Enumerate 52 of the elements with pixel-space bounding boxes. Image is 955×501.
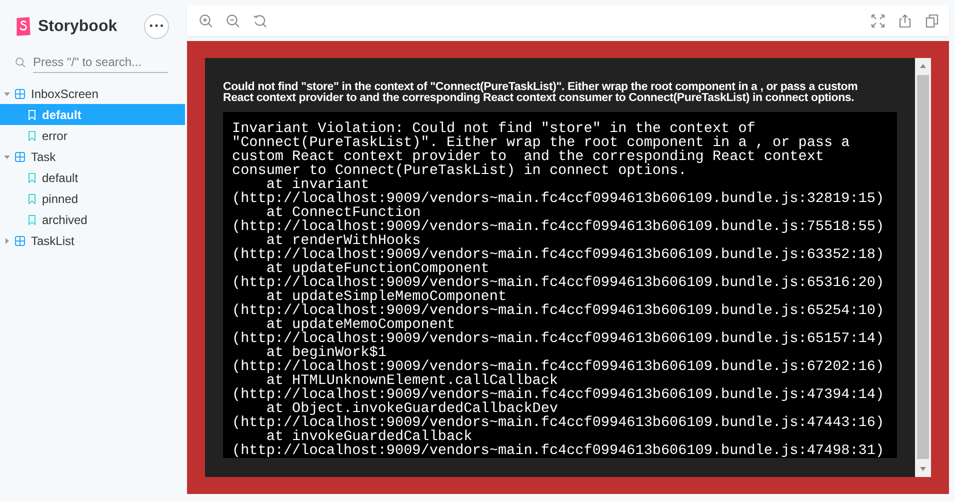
stack-frame-call: at invokeGuardedCallback — [266, 430, 472, 444]
bookmark-icon — [28, 214, 36, 224]
tree-item[interactable]: InboxScreen — [0, 83, 185, 104]
menu-button[interactable]: ••• — [144, 14, 169, 39]
stack-frame-location: (http://localhost:9009/vendors~main.fc4ccf0994613b606109.bundle.js:67202:16) — [232, 360, 884, 374]
reset-zoom-icon[interactable] — [253, 14, 267, 28]
caret-icon — [4, 154, 10, 160]
component-icon — [15, 152, 25, 162]
copy-icon[interactable] — [925, 14, 939, 28]
zoom-in-icon[interactable] — [199, 14, 213, 28]
search-icon — [15, 57, 26, 68]
stack-frame-location: (http://localhost:9009/vendors~main.fc4ccf0994613b606109.bundle.js:47443:16) — [232, 416, 884, 430]
stack-frame-location: (http://localhost:9009/vendors~main.fc4ccf0994613b606109.bundle.js:32819:15) — [232, 192, 884, 206]
tree-item[interactable]: Task — [0, 146, 185, 167]
tree-item[interactable]: TaskList — [0, 230, 185, 251]
stack-frame-location: (http://localhost:9009/vendors~main.fc4ccf0994613b606109.bundle.js:65254:10) — [232, 304, 884, 318]
bookmark-icon — [28, 110, 36, 120]
search-field[interactable]: Press "/" to search... — [33, 52, 168, 73]
caret-icon — [4, 90, 10, 96]
stack-frame-location: (http://localhost:9009/vendors~main.fc4ccf0994613b606109.bundle.js:75518:55) — [232, 220, 884, 234]
caret-icon — [4, 238, 10, 244]
error-heading: Could not find "store" in the context of "Connect(PureTaskList)". Either wrap the root component in a , or pass a custom React context provider to and the corresponding React context consumer to Connect(PureTaskList) in connect options. — [223, 82, 859, 104]
stack-frame-location: (http://localhost:9009/vendors~main.fc4ccf0994613b606109.bundle.js:47394:14) — [232, 388, 884, 402]
stack-frame-location: (http://localhost:9009/vendors~main.fc4ccf0994613b606109.bundle.js:63352:18) — [232, 248, 884, 262]
bookmark-icon — [28, 130, 36, 140]
stack-frame-call: at updateMemoComponent — [266, 318, 456, 332]
stack-frame-call: at Object.invokeGuardedCallbackDev — [266, 402, 558, 416]
bookmark-icon — [28, 194, 36, 204]
fullscreen-icon[interactable] — [871, 14, 885, 28]
stack-frame-call: at invariant — [266, 178, 370, 192]
error-message: Invariant Violation: Could not find "store" in the context of "Connect(PureTaskList)". Either wrap the root component in a , or pass a custom React context provider to and the corresponding React context consumer to Connect(PureTaskList) in connect options. — [232, 122, 851, 178]
stack-frame-call: at updateFunctionComponent — [266, 262, 490, 276]
bookmark-icon — [28, 172, 36, 182]
story-item[interactable]: default — [0, 167, 185, 188]
stack-frame-location: (http://localhost:9009/vendors~main.fc4ccf0994613b606109.bundle.js:65157:14) — [232, 332, 884, 346]
story-item[interactable]: archived — [0, 209, 185, 230]
stack-frame-call: at HTMLUnknownElement.callCallback — [266, 374, 558, 388]
component-icon — [15, 88, 25, 98]
scrollbar[interactable] — [915, 58, 931, 477]
app-name: Storybook — [38, 18, 118, 36]
logo-icon — [15, 17, 32, 36]
share-icon[interactable] — [898, 14, 912, 28]
stack-frame-call: at renderWithHooks — [266, 234, 421, 248]
story-item[interactable]: error — [0, 125, 185, 146]
stack-frame-call: at ConnectFunction — [266, 206, 421, 220]
stack-frame-call: at updateSimpleMemoComponent — [266, 290, 507, 304]
stack-frame-call: at beginWork$1 — [266, 346, 386, 360]
stack-frame-location: (http://localhost:9009/vendors~main.fc4ccf0994613b606109.bundle.js:65316:20) — [232, 276, 884, 290]
story-item[interactable]: pinned — [0, 188, 185, 209]
zoom-out-icon[interactable] — [226, 14, 240, 28]
stack-frame-location: (http://localhost:9009/vendors~main.fc4ccf0994613b606109.bundle.js:47498:31) — [232, 444, 884, 458]
component-icon — [15, 236, 25, 246]
